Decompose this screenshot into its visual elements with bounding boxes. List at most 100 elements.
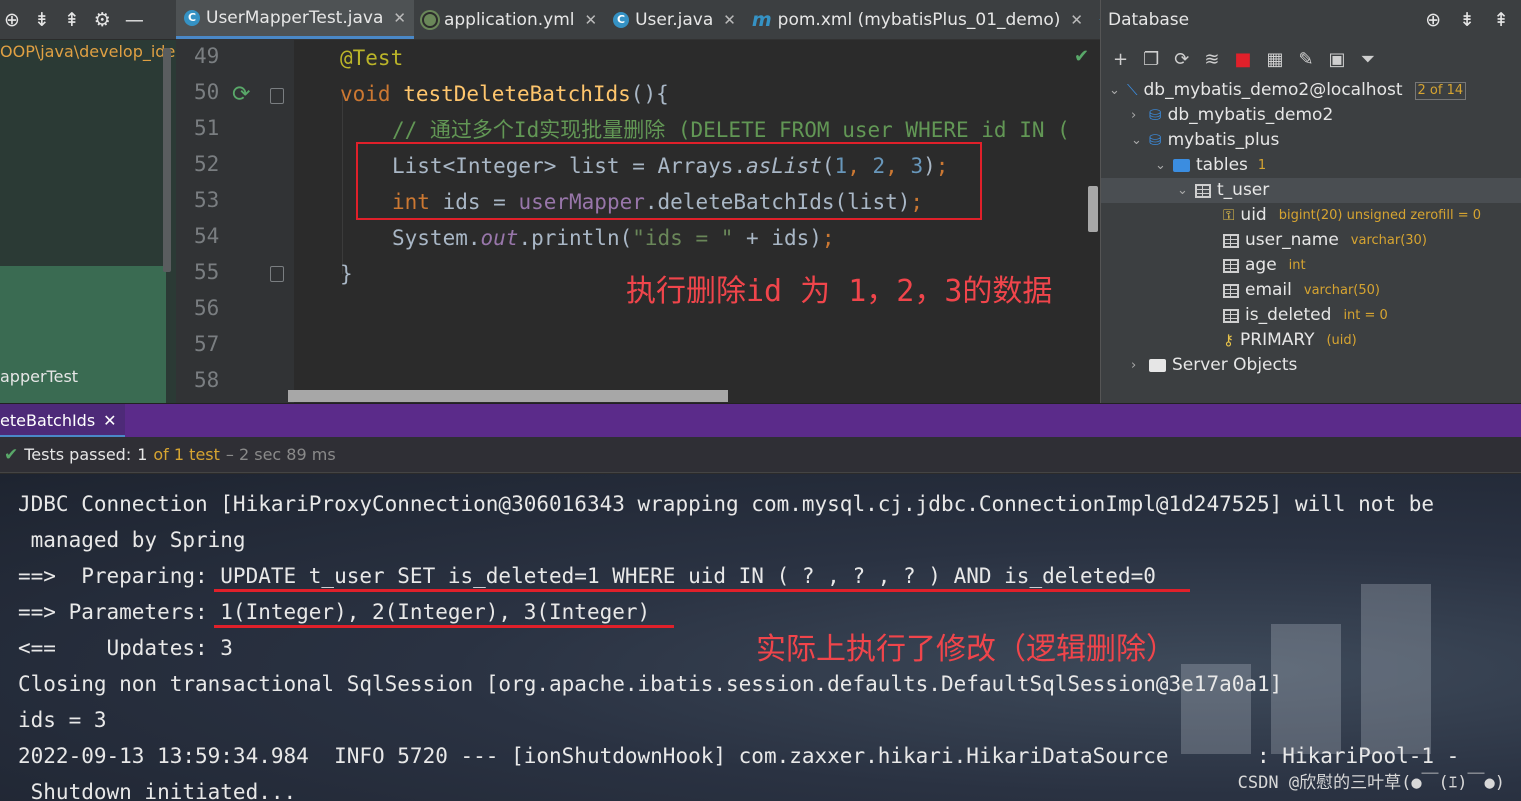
run-tab-bar: eteBatchIds ✕ xyxy=(0,403,1521,438)
datasource-icon: ⟍ xyxy=(1127,81,1138,99)
test-status-bar: ✔ Tests passed: 1 of 1 test – 2 sec 89 m… xyxy=(0,437,1521,473)
code-token: "ids = " xyxy=(632,226,734,250)
code-token: out xyxy=(480,226,519,250)
table-icon[interactable]: ▦ xyxy=(1266,49,1283,70)
collapse-all-icon[interactable]: ⇟ xyxy=(34,9,50,31)
code-token: ; xyxy=(821,226,835,250)
test-total: of 1 test xyxy=(153,445,220,464)
gear-icon[interactable]: ⚙ xyxy=(94,9,111,31)
refresh-icon[interactable]: ⟳ xyxy=(1174,49,1189,70)
expand-all-icon[interactable]: ⇞ xyxy=(1493,9,1509,31)
node-label: t_user xyxy=(1217,180,1270,200)
line-number: 49 xyxy=(194,44,220,68)
tab-application-yml[interactable]: application.yml ✕ xyxy=(414,0,605,39)
tree-node-schema[interactable]: › ⛁ db_mybatis_demo2 xyxy=(1131,103,1333,128)
project-path[interactable]: OOP\java\develop_ide xyxy=(0,42,175,61)
tree-node-table[interactable]: ⌄ t_user xyxy=(1101,178,1521,203)
tab-label: UserMapperTest.java xyxy=(206,8,384,28)
line-number: 56 xyxy=(194,296,220,320)
project-item-test[interactable]: apperTest xyxy=(0,367,78,386)
console-line: managed by Spring xyxy=(18,528,246,552)
console-line: ids = 3 xyxy=(18,708,107,732)
console-output[interactable]: JDBC Connection [HikariProxyConnection@3… xyxy=(0,474,1521,801)
node-count: 1 xyxy=(1257,158,1267,173)
underline-annotation xyxy=(214,589,1190,592)
schema-count-badge[interactable]: 2 of 14 xyxy=(1414,81,1467,100)
run-tab[interactable]: eteBatchIds ✕ xyxy=(0,404,125,438)
copy-icon[interactable]: ❐ xyxy=(1143,49,1159,70)
fold-icon[interactable] xyxy=(270,88,284,104)
tab-label: pom.xml (mybatisPlus_01_demo) xyxy=(777,9,1061,30)
database-toolbar: + ❐ ⟳ ≋ ■ ▦ ✎ ▣ ⏷ xyxy=(1100,40,1521,78)
close-icon[interactable]: ✕ xyxy=(584,11,597,29)
close-icon[interactable]: ✕ xyxy=(103,404,116,435)
tree-node-column[interactable]: age int xyxy=(1223,253,1306,278)
tree-node-column[interactable]: ⚿ uid bigint(20) unsigned zerofill = 0 xyxy=(1223,203,1481,228)
code-token: void xyxy=(340,82,404,106)
tab-pom-xml[interactable]: m pom.xml (mybatisPlus_01_demo) ✕ xyxy=(744,0,1091,39)
database-tree: ⌄ ⟍ db_mybatis_demo2@localhost 2 of 14 ›… xyxy=(1100,78,1521,403)
index-columns: (uid) xyxy=(1326,333,1357,348)
chevron-right-icon[interactable]: › xyxy=(1131,103,1143,128)
add-icon[interactable]: + xyxy=(1113,49,1128,70)
column-icon xyxy=(1223,233,1239,248)
tree-node-column[interactable]: user_name varchar(30) xyxy=(1223,228,1427,253)
console-line: JDBC Connection [HikariProxyConnection@3… xyxy=(18,492,1435,516)
table-icon xyxy=(1195,183,1211,198)
chevron-right-icon[interactable]: › xyxy=(1131,353,1143,378)
project-scrollbar[interactable] xyxy=(163,48,171,272)
code-token: + ids) xyxy=(733,226,822,250)
node-label: Server Objects xyxy=(1172,355,1298,375)
tree-node-connection[interactable]: ⌄ ⟍ db_mybatis_demo2@localhost 2 of 14 xyxy=(1109,78,1467,103)
key-column-icon: ⚿ xyxy=(1223,206,1235,224)
column-icon xyxy=(1223,283,1239,298)
filter-icon[interactable]: ⏷ xyxy=(1361,49,1375,70)
code-token: (){ xyxy=(630,82,669,106)
globe-icon[interactable]: ⊕ xyxy=(4,9,20,31)
test-duration: – 2 sec 89 ms xyxy=(225,445,336,464)
console-icon[interactable]: ▣ xyxy=(1329,49,1346,70)
tab-user-java[interactable]: C User.java ✕ xyxy=(605,0,744,39)
minimize-icon[interactable]: — xyxy=(125,9,144,31)
column-name: is_deleted xyxy=(1245,305,1332,325)
line-number: 53 xyxy=(194,188,220,212)
schema-icon: ⛁ xyxy=(1149,131,1162,149)
fold-icon[interactable] xyxy=(270,266,284,282)
close-icon[interactable]: ✕ xyxy=(1070,11,1083,29)
chevron-down-icon[interactable]: ⌄ xyxy=(1131,128,1143,153)
close-icon[interactable]: ✕ xyxy=(393,9,406,27)
check-icon: ✔ xyxy=(1074,46,1090,67)
chevron-down-icon[interactable]: ⌄ xyxy=(1109,78,1121,103)
tree-node-column[interactable]: is_deleted int = 0 xyxy=(1223,303,1388,328)
console-line: <== Updates: 3 xyxy=(18,636,233,660)
expand-all-icon[interactable]: ⇞ xyxy=(64,9,80,31)
edit-icon[interactable]: ✎ xyxy=(1298,49,1313,70)
tree-node-column[interactable]: email varchar(50) xyxy=(1223,278,1380,303)
class-icon: C xyxy=(184,10,200,26)
line-number: 50 xyxy=(194,80,220,104)
code-editor[interactable]: @Test void testDeleteBatchIds(){ // 通过多个… xyxy=(294,40,1100,403)
run-test-icon[interactable]: ⟳ xyxy=(232,82,250,107)
globe-icon[interactable]: ⊕ xyxy=(1425,9,1441,31)
chevron-down-icon[interactable]: ⌄ xyxy=(1177,178,1189,203)
collapse-all-icon[interactable]: ⇟ xyxy=(1459,9,1475,31)
chevron-down-icon[interactable]: ⌄ xyxy=(1155,153,1167,178)
tree-node-server-objects[interactable]: › Server Objects xyxy=(1131,353,1297,378)
tree-node-schema[interactable]: ⌄ ⛁ mybatis_plus xyxy=(1131,128,1279,153)
editor-vertical-scrollbar[interactable] xyxy=(1088,186,1098,232)
node-label: db_mybatis_demo2 xyxy=(1167,105,1334,125)
column-type: int = 0 xyxy=(1343,308,1388,323)
schema-icon[interactable]: ≋ xyxy=(1204,49,1219,70)
code-line-50: void testDeleteBatchIds(){ xyxy=(340,76,669,112)
console-annotation: 实际上执行了修改（逻辑删除） xyxy=(756,632,1176,667)
column-name: uid xyxy=(1240,205,1267,225)
tab-console[interactable]: ⍀ cons xyxy=(1091,0,1100,39)
stop-icon[interactable]: ■ xyxy=(1234,49,1251,70)
close-icon[interactable]: ✕ xyxy=(723,11,736,29)
code-token: testDeleteBatchIds xyxy=(403,82,631,106)
editor-horizontal-scrollbar[interactable] xyxy=(288,390,728,402)
tab-usermappertest[interactable]: C UserMapperTest.java ✕ xyxy=(176,0,414,39)
column-type: int xyxy=(1288,258,1306,273)
tree-node-tables[interactable]: ⌄ tables 1 xyxy=(1155,153,1266,178)
tree-node-index[interactable]: ⚷ PRIMARY (uid) xyxy=(1223,328,1357,353)
